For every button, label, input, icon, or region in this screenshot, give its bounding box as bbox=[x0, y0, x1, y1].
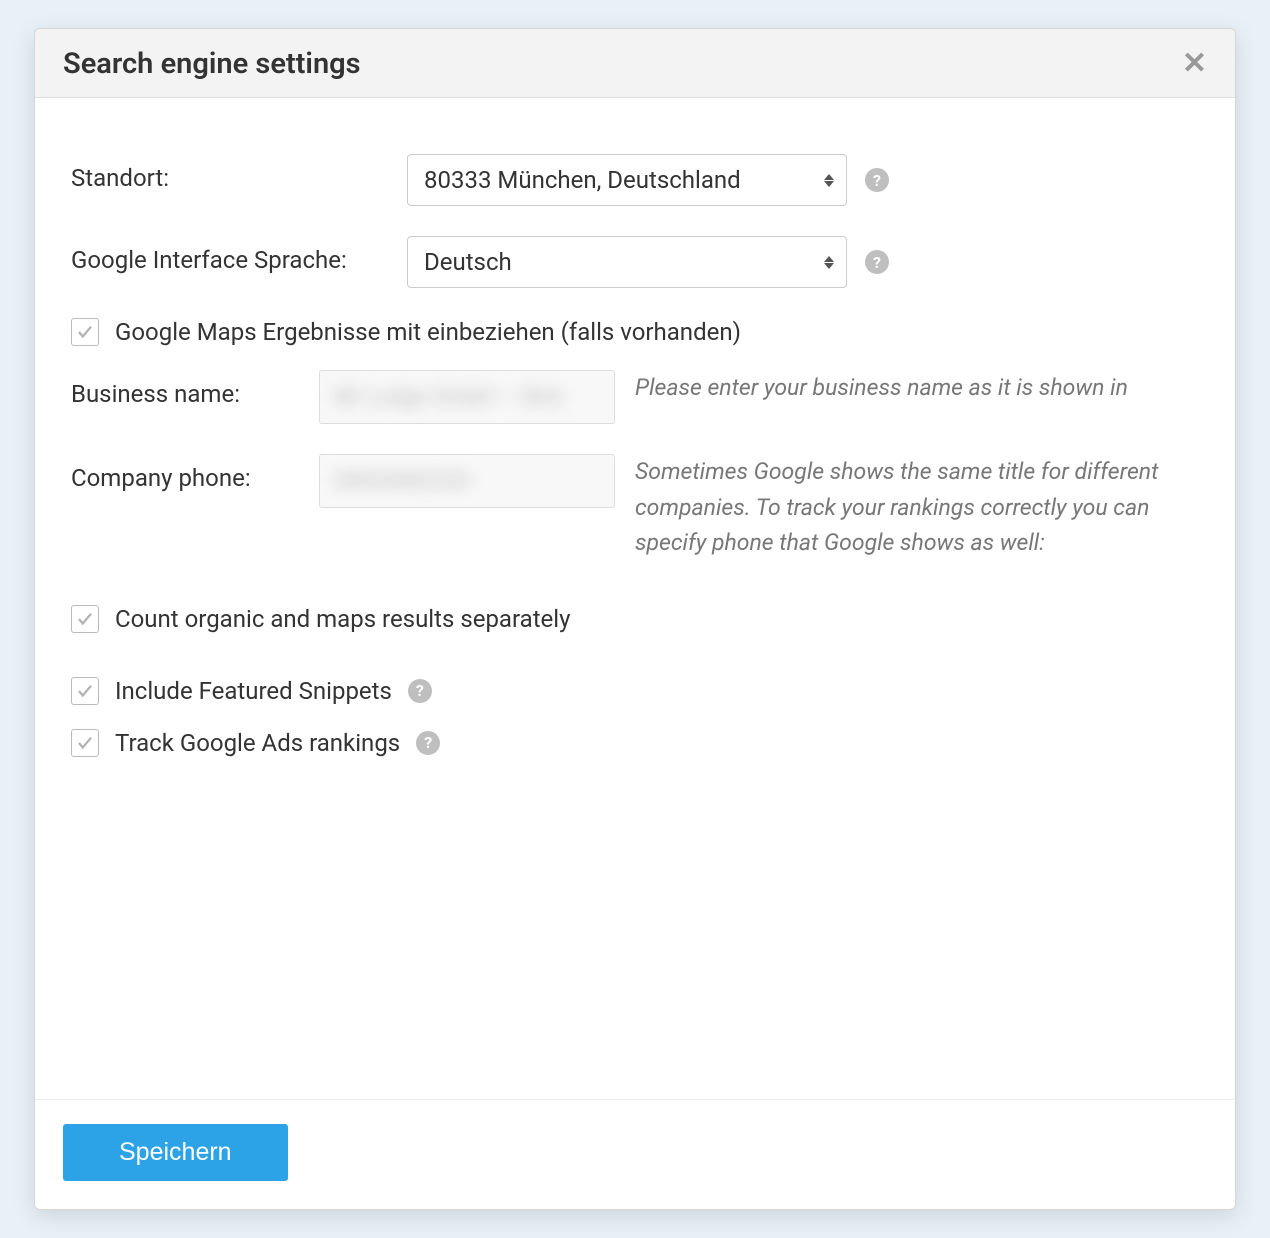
featured-snippets-checkbox[interactable] bbox=[71, 677, 99, 705]
modal-header: Search engine settings ✕ bbox=[35, 29, 1235, 98]
track-ads-checkbox[interactable] bbox=[71, 729, 99, 757]
location-controls: 80333 München, Deutschland ? bbox=[407, 154, 1199, 206]
check-icon bbox=[76, 734, 94, 752]
location-select[interactable]: 80333 München, Deutschland bbox=[407, 154, 847, 206]
language-controls: Deutsch ? bbox=[407, 236, 1199, 288]
select-chevrons-icon bbox=[824, 174, 834, 187]
language-row: Google Interface Sprache: Deutsch ? bbox=[71, 236, 1199, 288]
business-name-label: Business name: bbox=[71, 370, 319, 408]
language-select-value: Deutsch bbox=[424, 248, 512, 276]
check-icon bbox=[76, 610, 94, 628]
language-label: Google Interface Sprache: bbox=[71, 236, 407, 274]
modal-body: Standort: 80333 München, Deutschland ? G… bbox=[35, 98, 1235, 1099]
company-phone-input[interactable]: 08934082320 bbox=[319, 454, 615, 508]
language-select[interactable]: Deutsch bbox=[407, 236, 847, 288]
save-button[interactable]: Speichern bbox=[63, 1124, 288, 1181]
location-row: Standort: 80333 München, Deutschland ? bbox=[71, 154, 1199, 206]
location-label: Standort: bbox=[71, 154, 407, 192]
company-phone-hint: Sometimes Google shows the same title fo… bbox=[615, 454, 1199, 561]
language-help-icon[interactable]: ? bbox=[865, 250, 889, 274]
count-separately-row: Count organic and maps results separatel… bbox=[71, 605, 1199, 633]
track-ads-row: Track Google Ads rankings ? bbox=[71, 729, 1199, 757]
location-select-value: 80333 München, Deutschland bbox=[424, 166, 741, 194]
featured-snippets-label: Include Featured Snippets bbox=[115, 677, 392, 705]
maps-checkbox-label: Google Maps Ergebnisse mit einbeziehen (… bbox=[115, 318, 741, 346]
close-button[interactable]: ✕ bbox=[1182, 49, 1207, 79]
select-chevrons-icon bbox=[824, 256, 834, 269]
count-separately-checkbox[interactable] bbox=[71, 605, 99, 633]
modal-title: Search engine settings bbox=[63, 47, 361, 81]
business-name-row: Business name: Mr Lodge GmbH – Woh Pleas… bbox=[71, 370, 1199, 424]
company-phone-row: Company phone: 08934082320 Sometimes Goo… bbox=[71, 454, 1199, 561]
modal-footer: Speichern bbox=[35, 1099, 1235, 1209]
business-name-value: Mr Lodge GmbH – Woh bbox=[334, 385, 564, 410]
maps-checkbox-row: Google Maps Ergebnisse mit einbeziehen (… bbox=[71, 318, 1199, 346]
location-help-icon[interactable]: ? bbox=[865, 168, 889, 192]
track-ads-help-icon[interactable]: ? bbox=[416, 731, 440, 755]
check-icon bbox=[76, 682, 94, 700]
check-icon bbox=[76, 323, 94, 341]
business-name-input[interactable]: Mr Lodge GmbH – Woh bbox=[319, 370, 615, 424]
business-name-hint: Please enter your business name as it is… bbox=[615, 370, 1199, 406]
track-ads-label: Track Google Ads rankings bbox=[115, 729, 400, 757]
close-icon: ✕ bbox=[1182, 47, 1207, 80]
search-engine-settings-modal: Search engine settings ✕ Standort: 80333… bbox=[34, 28, 1236, 1210]
featured-snippets-row: Include Featured Snippets ? bbox=[71, 677, 1199, 705]
count-separately-label: Count organic and maps results separatel… bbox=[115, 605, 570, 633]
company-phone-value: 08934082320 bbox=[334, 469, 470, 494]
company-phone-label: Company phone: bbox=[71, 454, 319, 492]
maps-checkbox[interactable] bbox=[71, 318, 99, 346]
featured-snippets-help-icon[interactable]: ? bbox=[408, 679, 432, 703]
